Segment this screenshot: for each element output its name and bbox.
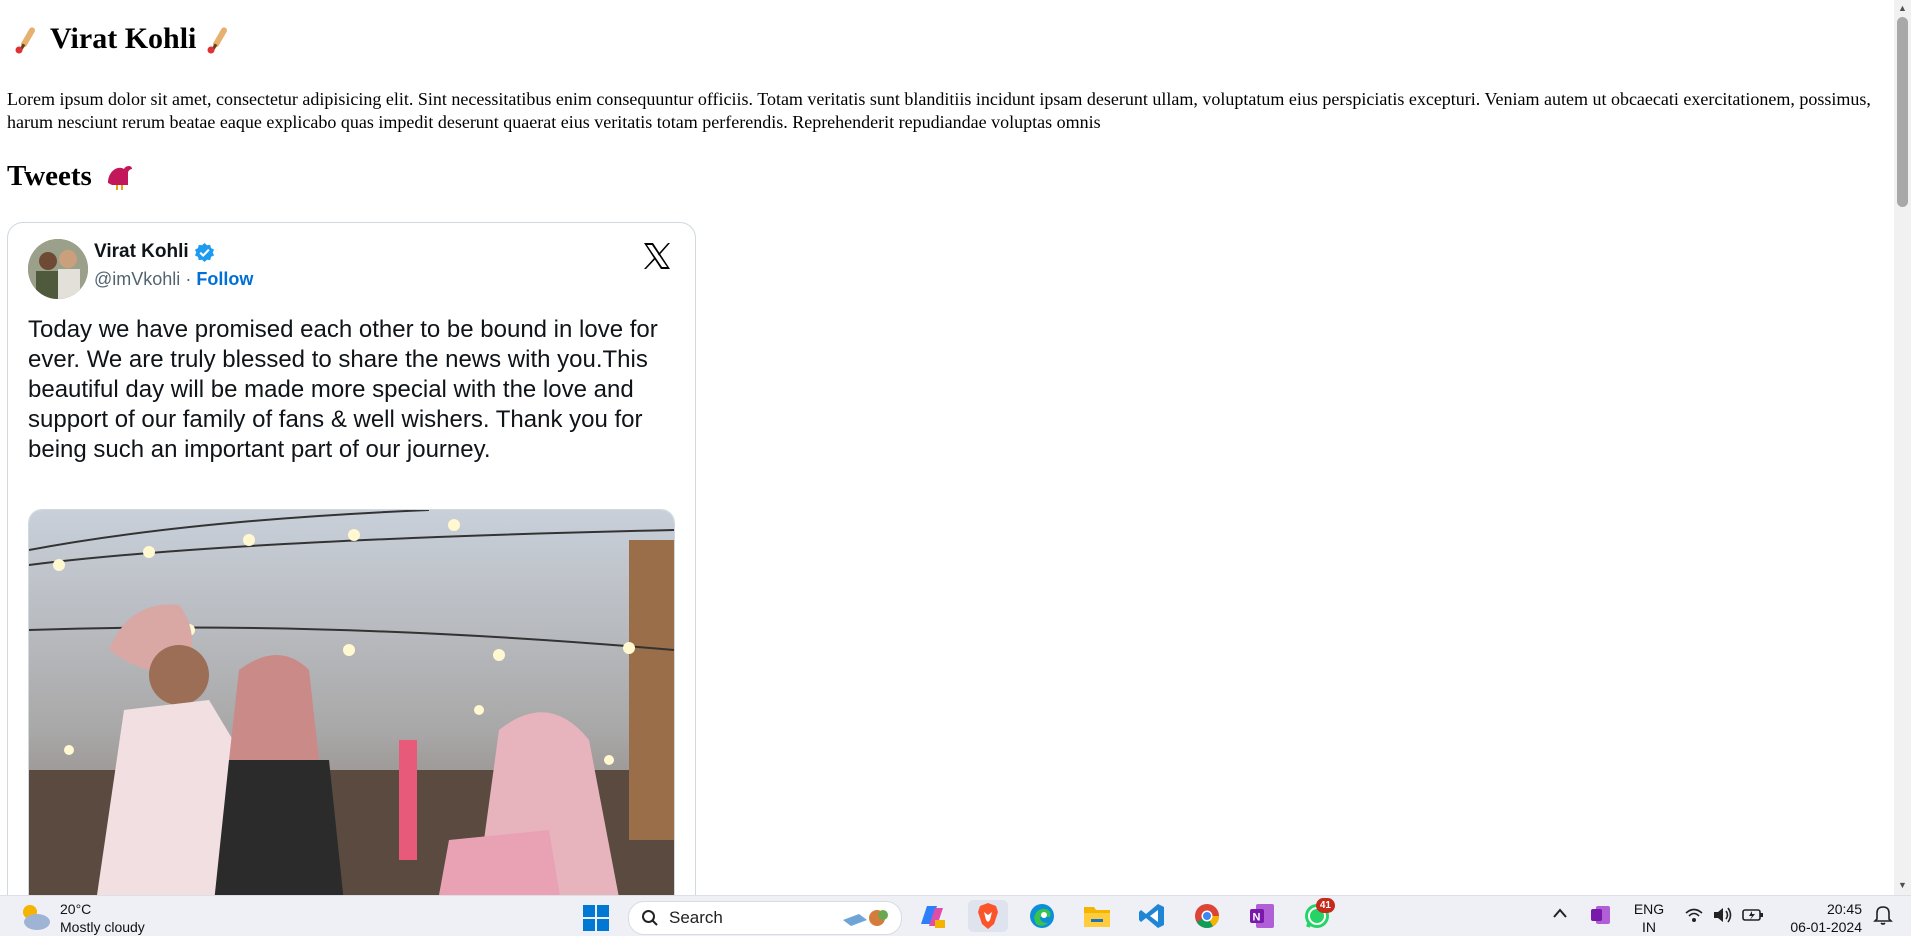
notification-bell-icon[interactable] xyxy=(1873,904,1893,929)
handle[interactable]: @imVkohli xyxy=(94,269,180,289)
avatar[interactable] xyxy=(28,239,88,299)
vertical-scrollbar[interactable]: ▲ ▼ xyxy=(1894,0,1911,895)
tweet-text: Today we have promised each other to be … xyxy=(28,316,658,463)
tweets-heading: Tweets xyxy=(7,160,136,193)
tweets-heading-text: Tweets xyxy=(7,160,92,192)
file-explorer-icon[interactable] xyxy=(1077,900,1117,932)
search-highlight-icon xyxy=(843,910,888,926)
scroll-down-icon[interactable]: ▼ xyxy=(1898,880,1907,890)
cricket-bat-icon xyxy=(15,27,35,54)
taskbar: 20°C Mostly cloudy Search N 41 ENG IN 20… xyxy=(0,895,1911,936)
battery-icon[interactable] xyxy=(1742,906,1764,927)
system-clock[interactable]: 20:45 06-01-2024 xyxy=(1786,900,1862,936)
author-name[interactable]: Virat Kohli xyxy=(94,241,215,263)
onenote-tray-icon[interactable] xyxy=(1590,904,1612,929)
vscode-icon[interactable] xyxy=(1132,900,1172,932)
handle-row: @imVkohli · Follow xyxy=(94,269,253,290)
weather-desc: Mostly cloudy xyxy=(60,919,145,935)
page-title-text: Virat Kohli xyxy=(50,22,197,55)
windows-start-icon[interactable] xyxy=(582,904,610,932)
clock-date: 06-01-2024 xyxy=(1790,919,1862,935)
cloud-sun-icon xyxy=(23,905,50,930)
whatsapp-badge: 41 xyxy=(1315,898,1335,913)
x-logo-icon[interactable] xyxy=(642,241,672,271)
intro-paragraph: Lorem ipsum dolor sit amet, consectetur … xyxy=(7,89,1871,132)
wifi-icon[interactable] xyxy=(1684,906,1704,927)
chrome-icon[interactable] xyxy=(1187,900,1227,932)
svg-text:N: N xyxy=(1253,912,1261,924)
weather-widget[interactable]: 20°C Mostly cloudy xyxy=(18,900,145,936)
search-icon xyxy=(642,910,658,926)
search-label: Search xyxy=(669,908,723,927)
onenote-icon[interactable]: N xyxy=(1242,900,1282,932)
lang-line-2: IN xyxy=(1642,919,1656,935)
edge-icon[interactable] xyxy=(1022,900,1062,932)
scroll-thumb[interactable] xyxy=(1897,17,1908,207)
brave-icon[interactable] xyxy=(968,900,1008,932)
page-title: Virat Kohli xyxy=(14,22,232,56)
separator: · xyxy=(185,269,192,289)
follow-button[interactable]: Follow xyxy=(196,269,253,289)
cricket-bat-icon xyxy=(207,27,228,54)
taskbar-search[interactable]: Search xyxy=(628,901,902,935)
chevron-up-icon[interactable] xyxy=(1552,906,1568,923)
lang-line-1: ENG xyxy=(1633,901,1665,917)
author-name-text[interactable]: Virat Kohli xyxy=(94,241,189,263)
whatsapp-icon[interactable]: 41 xyxy=(1297,898,1337,932)
volume-icon[interactable] xyxy=(1712,906,1734,927)
bird-icon xyxy=(107,165,132,190)
clock-time: 20:45 xyxy=(1826,901,1862,917)
verified-badge-icon xyxy=(194,242,214,262)
tweet-card[interactable]: Virat Kohli @imVkohli · Follow Today we … xyxy=(7,222,696,895)
scroll-up-icon[interactable]: ▲ xyxy=(1898,3,1907,13)
weather-temp: 20°C xyxy=(60,901,92,917)
copilot-icon[interactable] xyxy=(912,900,952,932)
tweet-photo[interactable] xyxy=(28,509,675,895)
browser-page: Virat Kohli Lorem ipsum dolor sit amet, … xyxy=(0,0,1894,895)
wedding-photo-image xyxy=(29,510,674,895)
language-indicator[interactable]: ENG IN xyxy=(1632,900,1666,936)
